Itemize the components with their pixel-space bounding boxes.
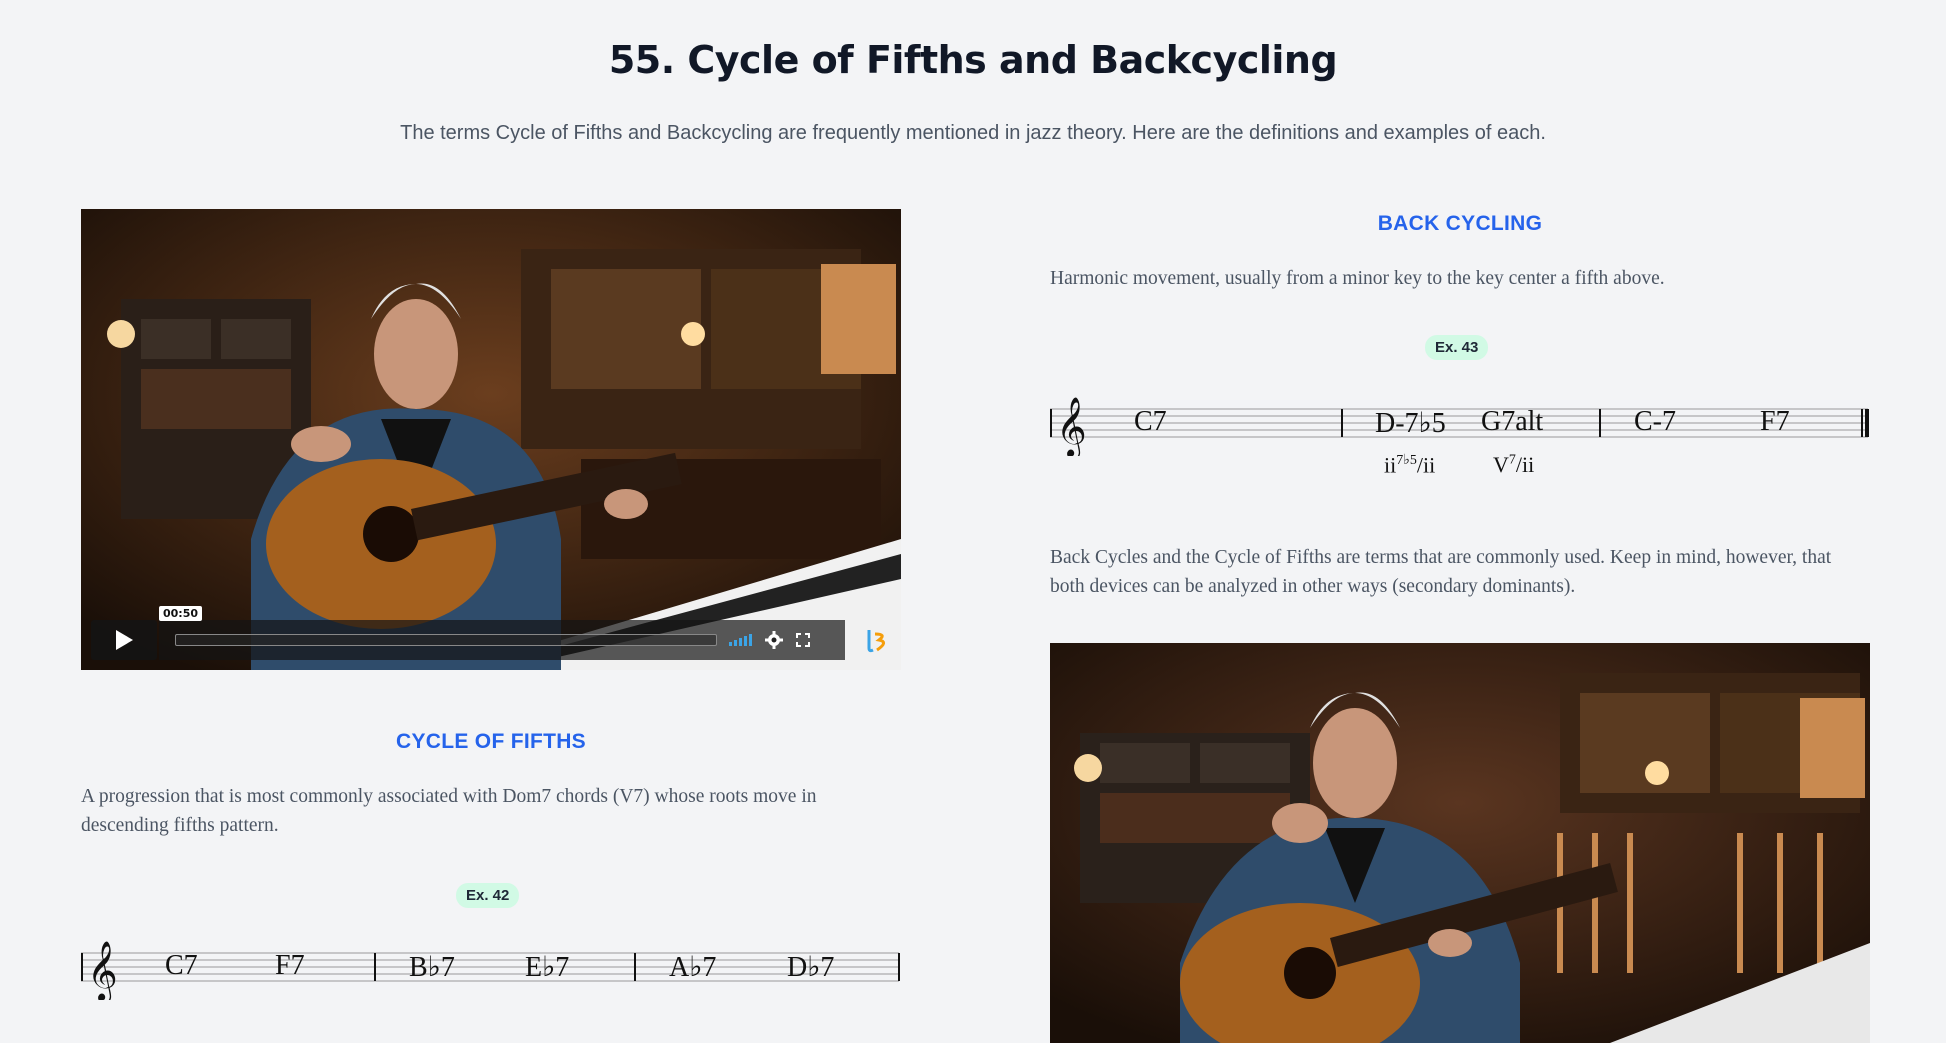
back-cycling-text: Harmonic movement, usually from a minor … [1050, 268, 1665, 289]
chord: C7 [165, 950, 198, 981]
video-player-left[interactable]: 00:50 [81, 209, 901, 670]
progress-bar-container: 00:50 [159, 606, 845, 660]
play-button[interactable] [91, 620, 157, 660]
treble-clef-icon: 𝄞 [1056, 397, 1087, 456]
cycle-of-fifths-text: A progression that is most commonly asso… [81, 786, 817, 836]
roman-numeral-analysis: ii7♭5/ii [1384, 452, 1435, 478]
time-display: 00:50 [159, 606, 203, 621]
staff-example-43: 𝄞 C7 D-7♭5 G7alt C-7 F7 ii7♭5/ii V7/ii [1050, 396, 1870, 496]
chord: E♭7 [525, 952, 570, 983]
chord: F7 [275, 950, 305, 981]
play-icon [116, 630, 133, 650]
roman-superscript: 7♭5 [1396, 453, 1417, 468]
back-cycling-note: Back Cycles and the Cycle of Fifths are … [1050, 547, 1832, 597]
video-thumbnail [81, 209, 901, 670]
chord: D-7♭5 [1375, 408, 1446, 439]
chord: B♭7 [409, 952, 455, 983]
page-subtitle: The terms Cycle of Fifths and Backcyclin… [400, 122, 1546, 144]
roman-base: V [1493, 452, 1509, 477]
brand-logo-icon[interactable] [863, 626, 891, 654]
chord: C-7 [1634, 406, 1676, 437]
example-badge-42: Ex. 42 [456, 883, 520, 908]
roman-base: ii [1384, 452, 1397, 478]
roman-tail: /ii [1416, 452, 1436, 478]
chord: F7 [1760, 406, 1790, 437]
roman-numeral-analysis: V7/ii [1493, 452, 1534, 478]
page-title: 55. Cycle of Fifths and Backcycling [608, 38, 1338, 82]
video-thumbnail [1050, 643, 1870, 1043]
video-player-right[interactable] [1050, 643, 1870, 1043]
example-badge-43: Ex. 43 [1425, 335, 1489, 360]
chord: D♭7 [787, 952, 835, 983]
roman-tail: /ii [1515, 452, 1535, 477]
cycle-of-fifths-heading: CYCLE OF FIFTHS [396, 730, 586, 753]
back-cycling-heading: BACK CYCLING [1377, 212, 1543, 235]
progress-track[interactable] [175, 634, 717, 646]
chord: C7 [1134, 406, 1167, 437]
gear-icon[interactable] [765, 631, 783, 649]
video-controls: 00:50 [91, 606, 891, 660]
treble-clef-icon: 𝄞 [87, 941, 118, 1000]
roman-superscript: 7 [1508, 452, 1516, 468]
volume-icon[interactable] [729, 634, 753, 646]
staff-example-42: 𝄞 C7 F7 B♭7 E♭7 A♭7 D♭7 [81, 940, 901, 1000]
chord: G7alt [1481, 406, 1544, 437]
chord: A♭7 [669, 952, 717, 983]
fullscreen-icon[interactable] [795, 632, 811, 648]
